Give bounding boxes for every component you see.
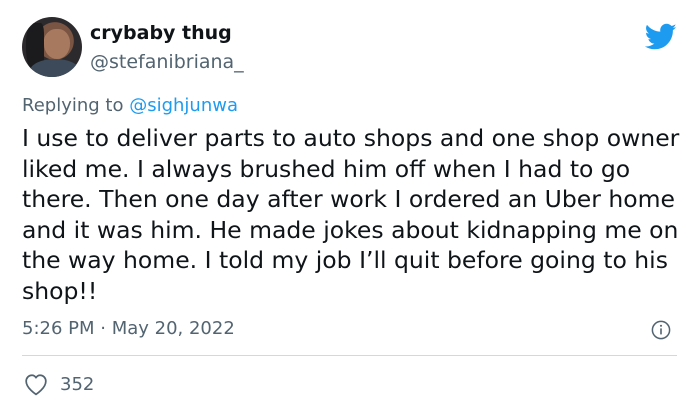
info-icon[interactable] [651,320,671,340]
divider [22,355,677,356]
author-handle[interactable]: @stefanibriana_ [90,51,244,73]
avatar-face [44,29,70,59]
twitter-bird-icon[interactable] [645,23,677,51]
reply-mention-link[interactable]: @sighjunwa [129,95,238,116]
author-display-name[interactable]: crybaby thug [90,22,232,44]
like-button[interactable]: 352 [22,372,94,396]
avatar[interactable] [22,17,82,77]
tweet-text: I use to deliver parts to auto shops and… [22,124,680,305]
replying-to: Replying to @sighjunwa [22,95,238,116]
tweet-card: crybaby thug @stefanibriana_ Replying to… [0,0,700,410]
tweet-timestamp[interactable]: 5:26 PM · May 20, 2022 [22,318,235,339]
replying-prefix: Replying to [22,95,130,116]
heart-icon[interactable] [22,372,50,396]
avatar-shoulder [30,59,80,77]
like-count: 352 [60,373,95,395]
